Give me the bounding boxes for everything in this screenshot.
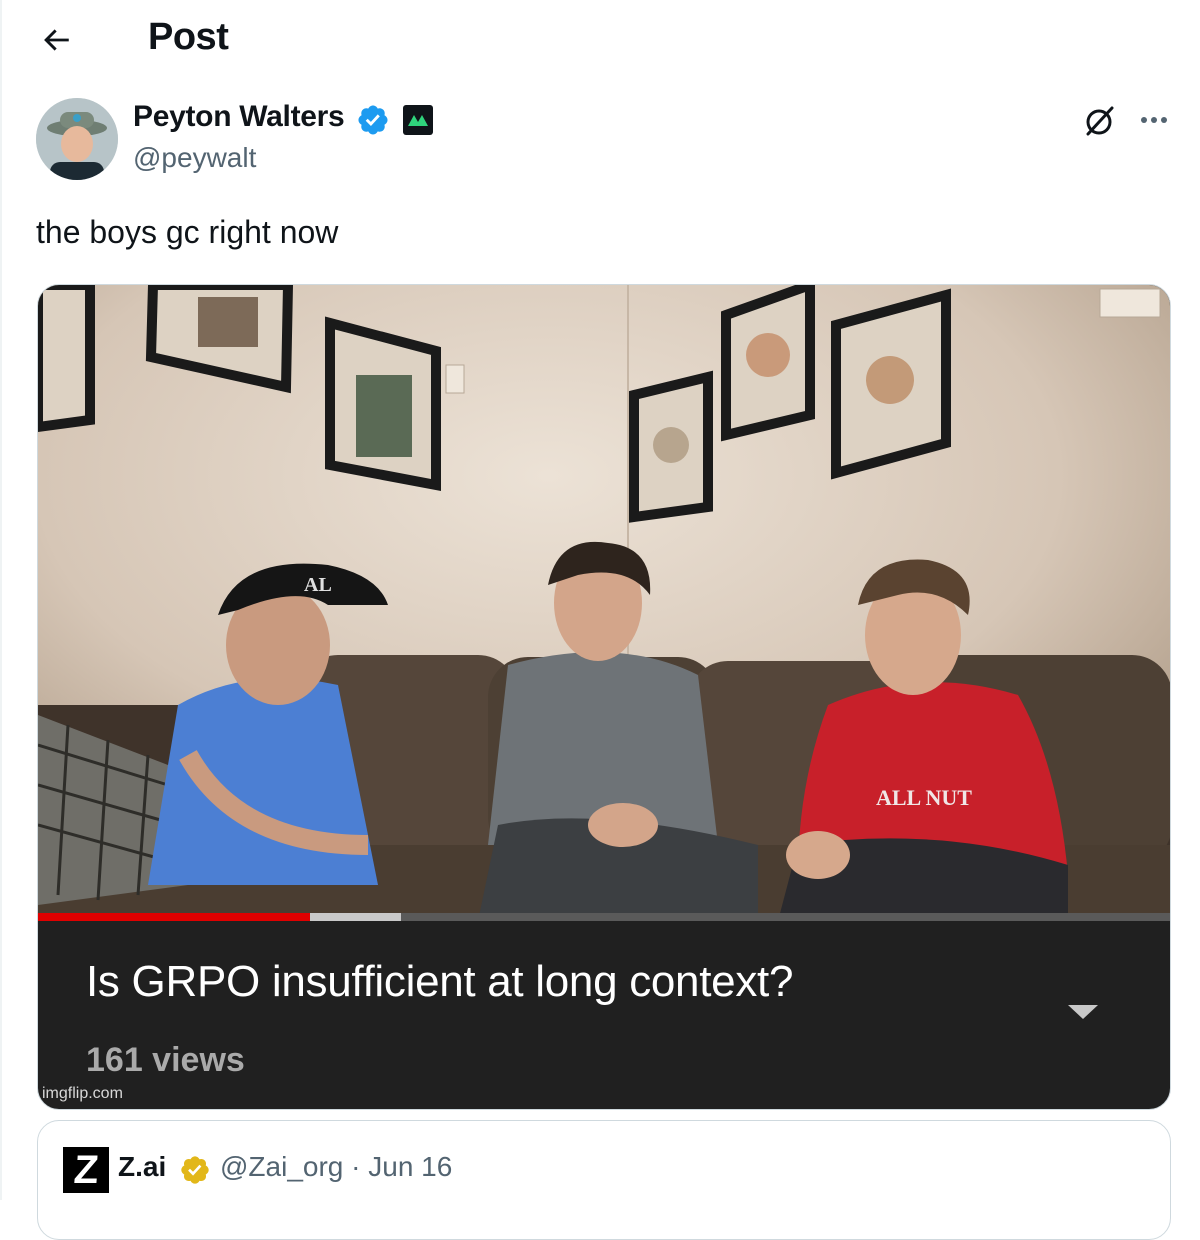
affiliate-logo-icon [408, 115, 428, 126]
header: Post [0, 0, 1200, 80]
grok-icon[interactable] [1080, 100, 1120, 140]
verified-badge-icon [358, 105, 388, 135]
quoted-post[interactable]: Z Z.ai @Zai_org · Jun 16 [37, 1120, 1171, 1240]
quoted-avatar[interactable]: Z [63, 1147, 109, 1193]
view-count: 161 views [86, 1041, 245, 1079]
svg-text:AL: AL [304, 574, 332, 596]
page-title: Post [148, 16, 229, 58]
video-title: Is GRPO insufficient at long context? [86, 957, 794, 1006]
chevron-down-icon [1068, 1005, 1098, 1019]
watermark: imgflip.com [42, 1085, 123, 1102]
back-button[interactable] [34, 18, 78, 62]
avatar[interactable] [36, 98, 118, 180]
zai-logo-letter: Z [72, 1148, 100, 1192]
post-text: the boys gc right now [36, 214, 339, 250]
quoted-author-name[interactable]: Z.ai [118, 1151, 166, 1183]
author-handle[interactable]: @peywalt [133, 142, 256, 174]
progress-played [38, 913, 311, 921]
left-divider [0, 0, 2, 1200]
quoted-handle-date[interactable]: @Zai_org · Jun 16 [220, 1151, 452, 1183]
avatar-image [36, 98, 118, 180]
gold-verified-icon [181, 1156, 209, 1184]
more-icon[interactable] [1134, 100, 1174, 140]
arrow-left-icon [44, 29, 69, 51]
post-media[interactable]: AL ALL NUT Is GRPO insufficient at long … [37, 284, 1171, 1110]
video-progress-bar[interactable] [38, 913, 1170, 921]
svg-text:ALL NUT: ALL NUT [876, 785, 972, 810]
author-name[interactable]: Peyton Walters [133, 100, 345, 134]
affiliate-badge-icon[interactable] [403, 105, 433, 135]
video-frame: AL ALL NUT [38, 285, 1170, 921]
